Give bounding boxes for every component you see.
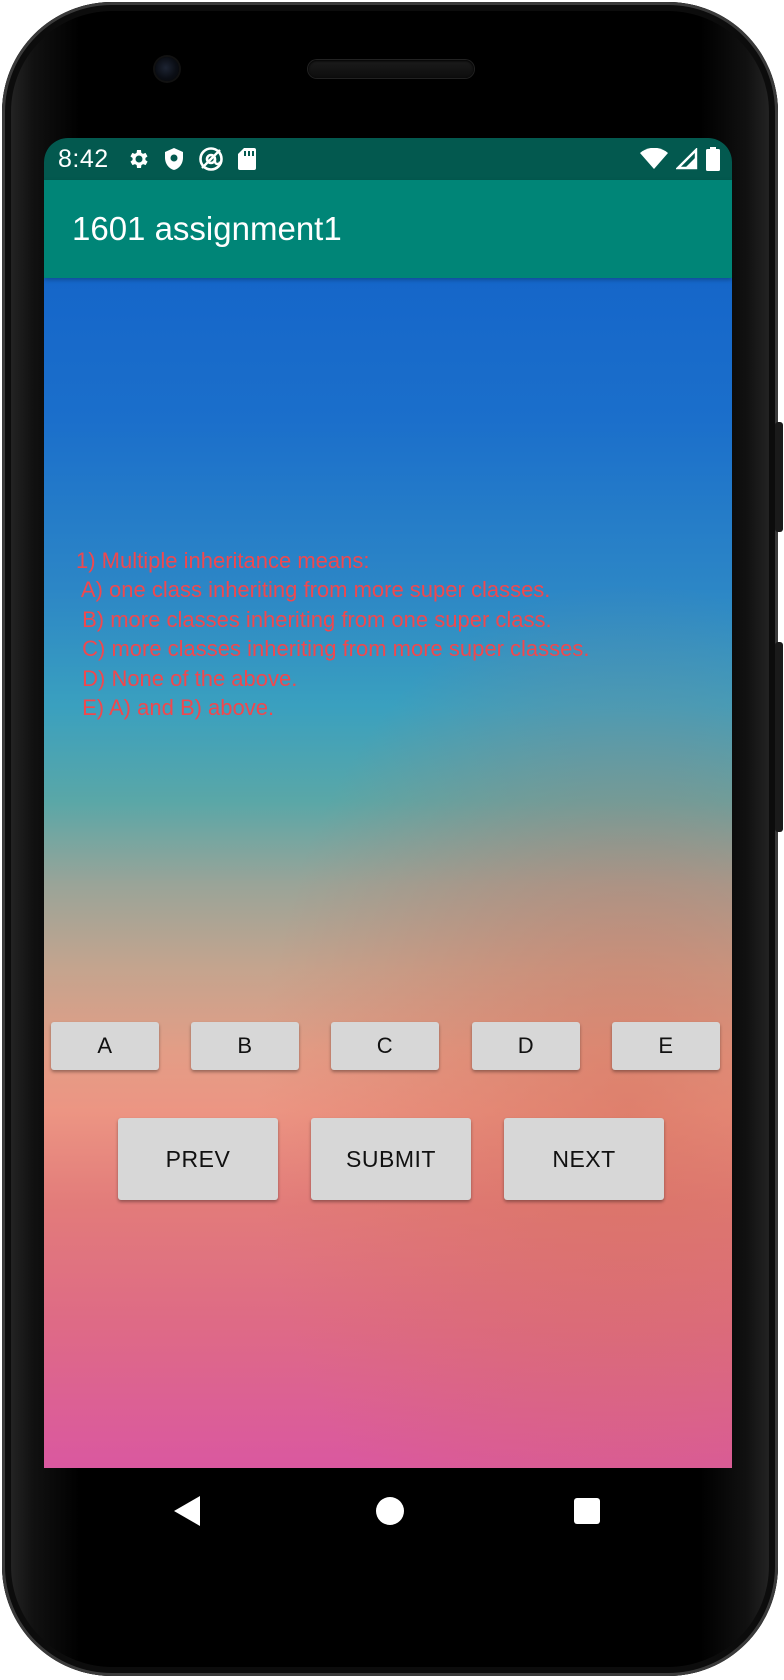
earpiece-speaker (308, 60, 474, 78)
signal-icon (676, 148, 698, 170)
front-camera (155, 57, 179, 81)
prev-button[interactable]: PREV (118, 1118, 278, 1200)
at-sign-icon (198, 146, 224, 172)
settings-icon (126, 147, 150, 171)
app-title: 1601 assignment1 (72, 210, 342, 247)
battery-icon (706, 147, 720, 171)
screen: 8:42 1601 assignment1 1) Multiple inheri… (44, 138, 732, 1468)
question-text: 1) Multiple inheritance means: A) one cl… (76, 548, 590, 721)
status-icons-left (126, 146, 257, 172)
submit-button[interactable]: SUBMIT (311, 1118, 471, 1200)
shield-icon (163, 147, 185, 171)
status-time: 8:42 (58, 145, 109, 173)
answer-e-button[interactable]: E (612, 1022, 720, 1070)
system-navigation-bar (44, 1468, 732, 1556)
sd-card-icon (237, 147, 257, 171)
answer-d-button[interactable]: D (472, 1022, 580, 1070)
app-bar: 1601 assignment1 (44, 180, 732, 278)
next-button[interactable]: NEXT (504, 1118, 664, 1200)
recents-icon[interactable] (572, 1494, 602, 1533)
answer-b-button[interactable]: B (191, 1022, 299, 1070)
quiz-content: 1) Multiple inheritance means: A) one cl… (44, 278, 732, 1468)
power-button (775, 642, 783, 832)
status-icons-right (640, 146, 720, 172)
volume-button (775, 422, 783, 532)
back-icon[interactable] (172, 1494, 202, 1533)
home-icon[interactable] (374, 1494, 406, 1533)
status-bar: 8:42 (44, 138, 732, 180)
answer-c-button[interactable]: C (331, 1022, 439, 1070)
answer-button-row: A B C D E (44, 1022, 732, 1072)
answer-a-button[interactable]: A (51, 1022, 159, 1070)
wifi-icon (640, 148, 668, 170)
